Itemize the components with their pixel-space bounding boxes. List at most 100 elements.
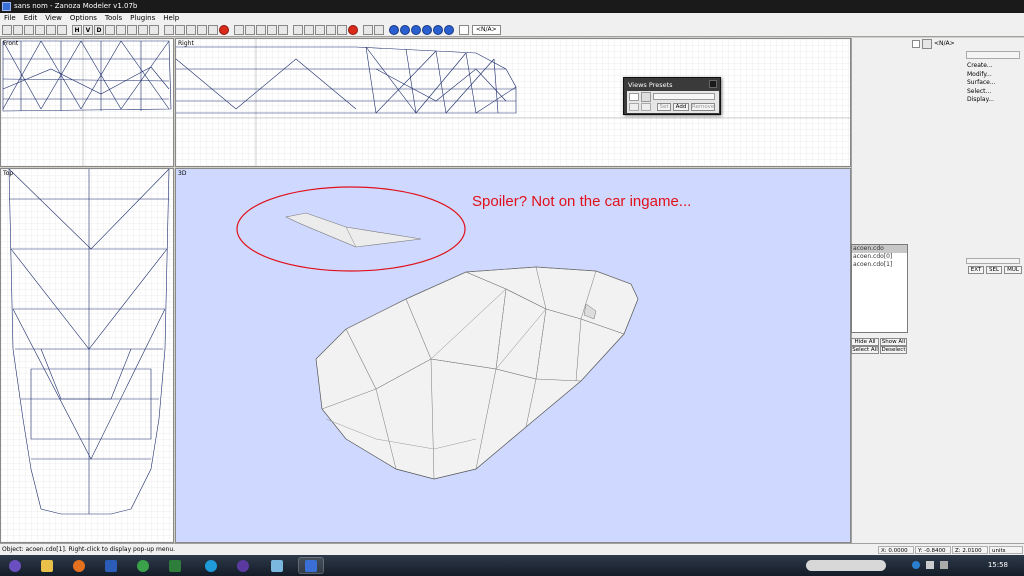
- media-controls[interactable]: [806, 560, 886, 571]
- menu-modify[interactable]: Modify...: [967, 71, 996, 80]
- menu-surface[interactable]: Surface...: [967, 79, 996, 88]
- skype-icon[interactable]: [198, 557, 224, 574]
- status-y: Y: -0.8400: [915, 546, 951, 554]
- copy-icon[interactable]: [46, 25, 56, 35]
- status-x: X: 0.0000: [878, 546, 914, 554]
- menu-select[interactable]: Select...: [967, 88, 996, 97]
- menu-bar: File Edit View Options Tools Plugins Hel…: [0, 13, 1024, 24]
- panel-spinner[interactable]: [922, 39, 932, 49]
- sel-button[interactable]: SEL: [986, 266, 1002, 274]
- view-h-button[interactable]: H: [72, 25, 82, 35]
- print-icon[interactable]: [35, 25, 45, 35]
- zoom-extents-icon[interactable]: [278, 25, 288, 35]
- shade-smooth-icon[interactable]: [400, 25, 410, 35]
- volume-icon[interactable]: [926, 561, 934, 569]
- shade-flat-icon[interactable]: [389, 25, 399, 35]
- axis-icon[interactable]: [326, 25, 336, 35]
- box2-icon[interactable]: [127, 25, 137, 35]
- list-item[interactable]: acoen.cdo[1]: [852, 261, 907, 269]
- object-dropdown[interactable]: <N/A>: [472, 25, 501, 35]
- shade-wire-icon[interactable]: [422, 25, 432, 35]
- list-item[interactable]: acoen.cdo[0]: [852, 253, 907, 261]
- collapse-button[interactable]: [966, 51, 1020, 59]
- hide-all-button[interactable]: Hide All: [851, 338, 879, 346]
- mul-button[interactable]: MUL: [1004, 266, 1022, 274]
- cube3-icon[interactable]: [186, 25, 196, 35]
- transform-icon[interactable]: [105, 25, 115, 35]
- view-d-button[interactable]: D: [94, 25, 104, 35]
- notepad-icon[interactable]: [264, 557, 290, 574]
- firefox-icon[interactable]: [66, 557, 92, 574]
- view-v-button[interactable]: V: [83, 25, 93, 35]
- save-icon[interactable]: [24, 25, 34, 35]
- split-icon[interactable]: [315, 25, 325, 35]
- chrome-icon[interactable]: [130, 557, 156, 574]
- preset-checkbox[interactable]: [629, 93, 639, 101]
- word-icon[interactable]: [98, 557, 124, 574]
- object-list[interactable]: acoen.cdo acoen.cdo[0] acoen.cdo[1]: [851, 244, 908, 333]
- cube5-icon[interactable]: [208, 25, 218, 35]
- network-icon[interactable]: [940, 561, 948, 569]
- ext-button[interactable]: EXT: [968, 266, 984, 274]
- box4-icon[interactable]: [149, 25, 159, 35]
- stop-icon[interactable]: [348, 25, 358, 35]
- box3-icon[interactable]: [138, 25, 148, 35]
- expand-button[interactable]: [966, 258, 1020, 264]
- viewport-front[interactable]: Front: [0, 38, 174, 167]
- cube2-icon[interactable]: [175, 25, 185, 35]
- paste-icon[interactable]: [57, 25, 67, 35]
- box-icon[interactable]: [116, 25, 126, 35]
- menu-edit[interactable]: Edit: [24, 13, 38, 24]
- close-icon[interactable]: [709, 80, 717, 88]
- pan-icon[interactable]: [245, 25, 255, 35]
- explorer-icon[interactable]: [34, 557, 60, 574]
- set-button[interactable]: Set: [657, 103, 671, 111]
- select-circle-icon[interactable]: [374, 25, 384, 35]
- weld-icon[interactable]: [337, 25, 347, 35]
- menu-file[interactable]: File: [4, 13, 16, 24]
- shade-bbox-icon[interactable]: [444, 25, 454, 35]
- render-icon[interactable]: [219, 25, 229, 35]
- zanoza-task[interactable]: [298, 557, 324, 574]
- preset-icon-b[interactable]: [641, 103, 651, 111]
- preset-dropdown[interactable]: [653, 93, 715, 100]
- cube4-icon[interactable]: [197, 25, 207, 35]
- panel-object-dropdown[interactable]: <N/A>: [934, 40, 955, 47]
- menu-display[interactable]: Display...: [967, 96, 996, 105]
- menu-tools[interactable]: Tools: [105, 13, 122, 24]
- zoom-icon[interactable]: [234, 25, 244, 35]
- views-presets-body: Set Add Remove: [627, 91, 719, 113]
- viewport-3d[interactable]: 3D Spoiler? Not on the car ingame...: [175, 168, 851, 543]
- remove-button[interactable]: Remove: [691, 103, 715, 111]
- menu-plugins[interactable]: Plugins: [130, 13, 155, 24]
- checkbox-icon[interactable]: [459, 25, 469, 35]
- menu-help[interactable]: Help: [163, 13, 179, 24]
- preset-icon-a[interactable]: [629, 103, 639, 111]
- shade-tex-icon[interactable]: [411, 25, 421, 35]
- menu-view[interactable]: View: [45, 13, 62, 24]
- excel-icon[interactable]: [162, 557, 188, 574]
- preset-spinner[interactable]: [641, 92, 651, 102]
- shade-light-icon[interactable]: [433, 25, 443, 35]
- app-icon-purple[interactable]: [230, 557, 256, 574]
- tray-icon[interactable]: [912, 561, 920, 569]
- add-button[interactable]: Add: [673, 103, 689, 111]
- start-button[interactable]: [2, 557, 28, 574]
- panel-checkbox[interactable]: [912, 40, 920, 48]
- menu-options[interactable]: Options: [70, 13, 97, 24]
- show-all-button[interactable]: Show All: [880, 338, 907, 346]
- new-file-icon[interactable]: [2, 25, 12, 35]
- open-folder-icon[interactable]: [13, 25, 23, 35]
- orbit-icon[interactable]: [267, 25, 277, 35]
- connect-icon[interactable]: [304, 25, 314, 35]
- menu-create[interactable]: Create...: [967, 62, 996, 71]
- select-all-button[interactable]: Select All: [851, 346, 879, 354]
- deselect-button[interactable]: Deselect: [880, 346, 907, 354]
- list-item[interactable]: acoen.cdo: [852, 245, 907, 253]
- viewport-top[interactable]: Top: [0, 168, 174, 543]
- rotate-icon[interactable]: [256, 25, 266, 35]
- select-box-icon[interactable]: [363, 25, 373, 35]
- viewport-right[interactable]: Right: [175, 38, 851, 167]
- cube-icon[interactable]: [164, 25, 174, 35]
- node-icon[interactable]: [293, 25, 303, 35]
